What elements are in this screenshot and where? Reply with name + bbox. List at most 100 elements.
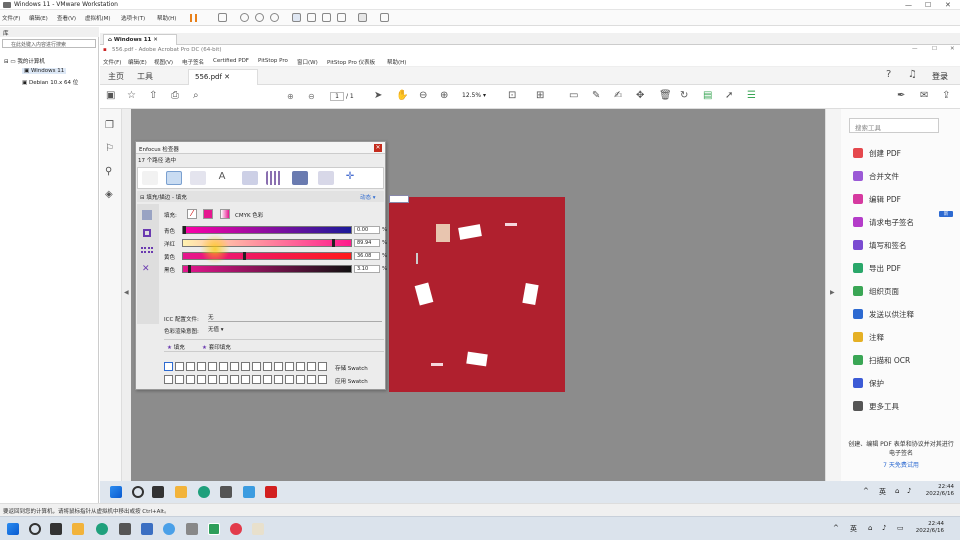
- tool-protect[interactable]: 保护: [853, 376, 884, 390]
- swatch-slot[interactable]: [296, 375, 305, 384]
- acro-menu-window[interactable]: 窗口(W): [297, 58, 318, 66]
- swatch-slot[interactable]: [318, 375, 327, 384]
- fullscreen-icon[interactable]: [322, 13, 331, 22]
- guest-clock[interactable]: 22:44 2022/6/16: [920, 484, 954, 498]
- acro-menu-certified[interactable]: Certified PDF: [213, 58, 249, 64]
- file-explorer-icon[interactable]: [175, 486, 187, 498]
- current-fill-swatch[interactable]: [203, 209, 213, 219]
- swatch-slot[interactable]: [197, 375, 206, 384]
- help-icon[interactable]: ?: [886, 70, 891, 80]
- ime-icon[interactable]: 英: [879, 487, 886, 497]
- swatch-slot[interactable]: [263, 375, 272, 384]
- menu-tabs[interactable]: 选项卡(T): [121, 14, 145, 22]
- menu-view[interactable]: 查看(V): [57, 14, 76, 22]
- swatch-slot[interactable]: [274, 375, 283, 384]
- mail-icon[interactable]: ✉: [920, 91, 928, 101]
- acro-menu-file[interactable]: 文件(F): [103, 58, 121, 66]
- tab-document[interactable]: 556.pdf ✕: [188, 69, 258, 85]
- free-trial-link[interactable]: 7 天免费试用: [847, 460, 955, 469]
- rotate-icon[interactable]: ↻: [680, 91, 688, 101]
- black-value-input[interactable]: 3.10: [354, 265, 380, 273]
- zoom-in-icon[interactable]: ⊕: [440, 91, 448, 101]
- swatch-slot[interactable]: [208, 362, 217, 371]
- page-thumbnails-icon[interactable]: ❐: [105, 121, 114, 131]
- tray-chevron-icon[interactable]: ^: [863, 487, 869, 495]
- fill-tab[interactable]: ★ 填充: [167, 343, 185, 351]
- task-view-icon[interactable]: [152, 486, 164, 498]
- swatch-slot[interactable]: [263, 362, 272, 371]
- page-down-icon[interactable]: ⊖: [308, 92, 315, 101]
- apply-swatch-button[interactable]: 应用 Swatch: [335, 377, 368, 385]
- black-slider[interactable]: [182, 265, 352, 273]
- dynamic-dropdown[interactable]: 动态 ▾: [360, 193, 376, 201]
- send-keys-icon[interactable]: [218, 13, 227, 22]
- close-icon[interactable]: ✕: [945, 1, 951, 9]
- host-vmware-icon[interactable]: [186, 523, 198, 535]
- tool-more-tools[interactable]: 更多工具: [853, 399, 899, 413]
- pause-icon[interactable]: [190, 14, 197, 22]
- zoom-search-icon[interactable]: ⌕: [193, 91, 199, 101]
- swatch-slot[interactable]: [252, 375, 261, 384]
- pitstop-icon[interactable]: ▤: [703, 91, 712, 101]
- save-icon[interactable]: ▣: [106, 91, 115, 101]
- swatch-slot[interactable]: [186, 362, 195, 371]
- select-cursor-icon[interactable]: ➤: [374, 91, 382, 101]
- menu-vm[interactable]: 虚拟机(M): [85, 14, 111, 22]
- host-recorder-icon[interactable]: [230, 523, 242, 535]
- position-icon[interactable]: [318, 171, 334, 185]
- acrobat-maximize-icon[interactable]: ☐: [932, 46, 937, 52]
- host-search-icon[interactable]: [29, 523, 41, 535]
- host-store-icon[interactable]: [119, 523, 131, 535]
- icc-profile-select[interactable]: 无: [208, 313, 382, 322]
- host-start-icon[interactable]: [7, 523, 19, 535]
- acrobat-taskbar-icon[interactable]: [265, 486, 277, 498]
- stroke-swatch-icon[interactable]: [143, 229, 151, 237]
- store-icon[interactable]: [220, 486, 232, 498]
- image-icon[interactable]: [242, 171, 258, 185]
- library-view-icon[interactable]: [292, 13, 301, 22]
- delete-icon[interactable]: 🗑: [659, 91, 672, 101]
- no-fill-swatch[interactable]: ⁄: [187, 209, 197, 219]
- dash-pattern-icon[interactable]: [141, 247, 153, 253]
- tool-request-esign[interactable]: 请求电子签名: [853, 215, 914, 229]
- acro-menu-view[interactable]: 视图(V): [154, 58, 173, 66]
- share-icon[interactable]: ⇪: [942, 91, 950, 101]
- tool-organize-pages[interactable]: 组织页面: [853, 284, 899, 298]
- swatch-slot[interactable]: [164, 362, 173, 371]
- swatch-slot[interactable]: [307, 362, 316, 371]
- cyan-slider[interactable]: [182, 226, 352, 234]
- slider-thumb[interactable]: [332, 239, 336, 247]
- host-browser-icon[interactable]: [163, 523, 175, 535]
- swatch-slot[interactable]: [252, 362, 261, 371]
- console-view-icon[interactable]: [358, 13, 367, 22]
- rendering-intent-select[interactable]: 无值 ▾: [208, 325, 246, 334]
- star-icon[interactable]: ☆: [127, 91, 136, 101]
- zoom-out-icon[interactable]: ⊖: [419, 91, 427, 101]
- minimize-icon[interactable]: —: [905, 1, 912, 9]
- swatch-slot[interactable]: [230, 362, 239, 371]
- pointer-tool-icon[interactable]: ➚: [725, 91, 733, 101]
- bell-icon[interactable]: ♫: [908, 70, 917, 80]
- vm-tab-windows11[interactable]: ⌂ Windows 11 ✕: [103, 34, 177, 45]
- tool-export-pdf[interactable]: 导出 PDF: [853, 261, 901, 275]
- host-wechat-icon[interactable]: [141, 523, 153, 535]
- display-icon[interactable]: [292, 171, 308, 185]
- cyan-value-input[interactable]: 0.00: [354, 226, 380, 234]
- comment-icon[interactable]: ▭: [569, 91, 578, 101]
- edge-icon[interactable]: [198, 486, 210, 498]
- tab-tools[interactable]: 工具: [137, 71, 153, 82]
- inspector-close-button[interactable]: ✕: [374, 144, 382, 152]
- tool-edit-pdf[interactable]: 编辑 PDF: [853, 192, 901, 206]
- acrobat-minimize-icon[interactable]: —: [912, 46, 918, 52]
- tool-send-comment[interactable]: 发送以供注释: [853, 307, 914, 321]
- login-button[interactable]: 登录: [932, 71, 948, 82]
- swatch-slot[interactable]: [219, 362, 228, 371]
- swatch-slot[interactable]: [285, 375, 294, 384]
- overprint-icon[interactable]: ✕: [142, 264, 150, 274]
- library-vm-windows11[interactable]: ▣ Windows 11: [22, 68, 67, 74]
- pitstop-inspector-icon[interactable]: ☰: [747, 91, 756, 101]
- slider-thumb[interactable]: [188, 265, 192, 273]
- swatch-slot[interactable]: [175, 362, 184, 371]
- swatch-slot[interactable]: [230, 375, 239, 384]
- page-up-icon[interactable]: ⊕: [287, 92, 294, 101]
